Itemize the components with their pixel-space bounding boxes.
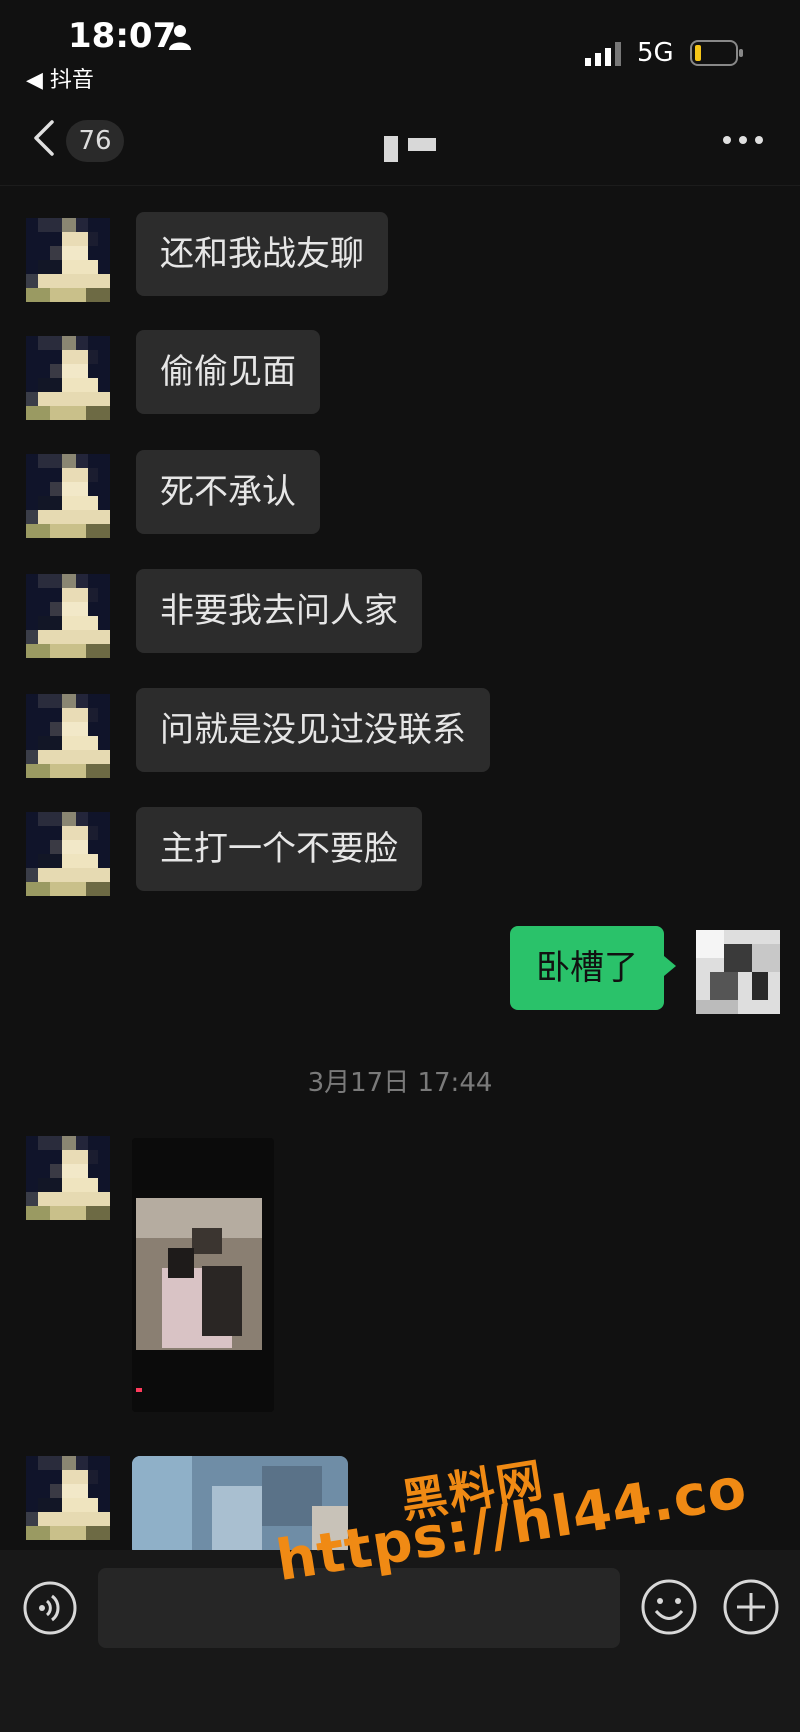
incoming-message[interactable]: 非要我去问人家 <box>136 569 422 653</box>
more-options-icon[interactable] <box>722 130 764 150</box>
incoming-message[interactable]: 死不承认 <box>136 450 320 534</box>
message-timestamp: 3月17日 17:44 <box>307 1068 493 1098</box>
contact-avatar[interactable] <box>26 694 110 778</box>
outgoing-message[interactable]: 卧槽了 <box>510 926 676 1010</box>
contact-avatar[interactable] <box>26 218 110 302</box>
status-bar: 18:07 ◀ 抖音 5G <box>0 0 800 100</box>
back-arrow-icon[interactable] <box>30 118 60 158</box>
chat-title <box>380 136 440 164</box>
chat-header: 76 <box>0 100 800 186</box>
network-type: 5G <box>637 38 674 68</box>
photo-thumbnail <box>132 1138 274 1412</box>
incoming-message[interactable]: 主打一个不要脸 <box>136 807 422 891</box>
my-avatar[interactable] <box>696 930 780 1014</box>
contact-avatar[interactable] <box>26 1456 110 1540</box>
emoji-icon[interactable] <box>640 1578 698 1636</box>
battery-icon <box>690 40 743 66</box>
contact-avatar[interactable] <box>26 574 110 658</box>
image-message-screenshot[interactable] <box>132 1138 274 1412</box>
contact-avatar[interactable] <box>26 336 110 420</box>
signal-icon <box>585 42 621 66</box>
back-to-app-link[interactable]: ◀ 抖音 <box>26 62 94 94</box>
voice-input-icon[interactable] <box>22 1580 78 1636</box>
person-icon <box>169 25 191 50</box>
status-time: 18:07 <box>68 16 177 56</box>
plus-icon[interactable] <box>722 1578 780 1636</box>
input-bar <box>0 1550 800 1732</box>
incoming-message[interactable]: 还和我战友聊 <box>136 212 388 296</box>
incoming-message[interactable]: 问就是没见过没联系 <box>136 688 490 772</box>
unread-count-badge[interactable]: 76 <box>66 120 124 162</box>
contact-avatar[interactable] <box>26 454 110 538</box>
incoming-message[interactable]: 偷偷见面 <box>136 330 320 414</box>
contact-avatar[interactable] <box>26 1136 110 1220</box>
contact-avatar[interactable] <box>26 812 110 896</box>
